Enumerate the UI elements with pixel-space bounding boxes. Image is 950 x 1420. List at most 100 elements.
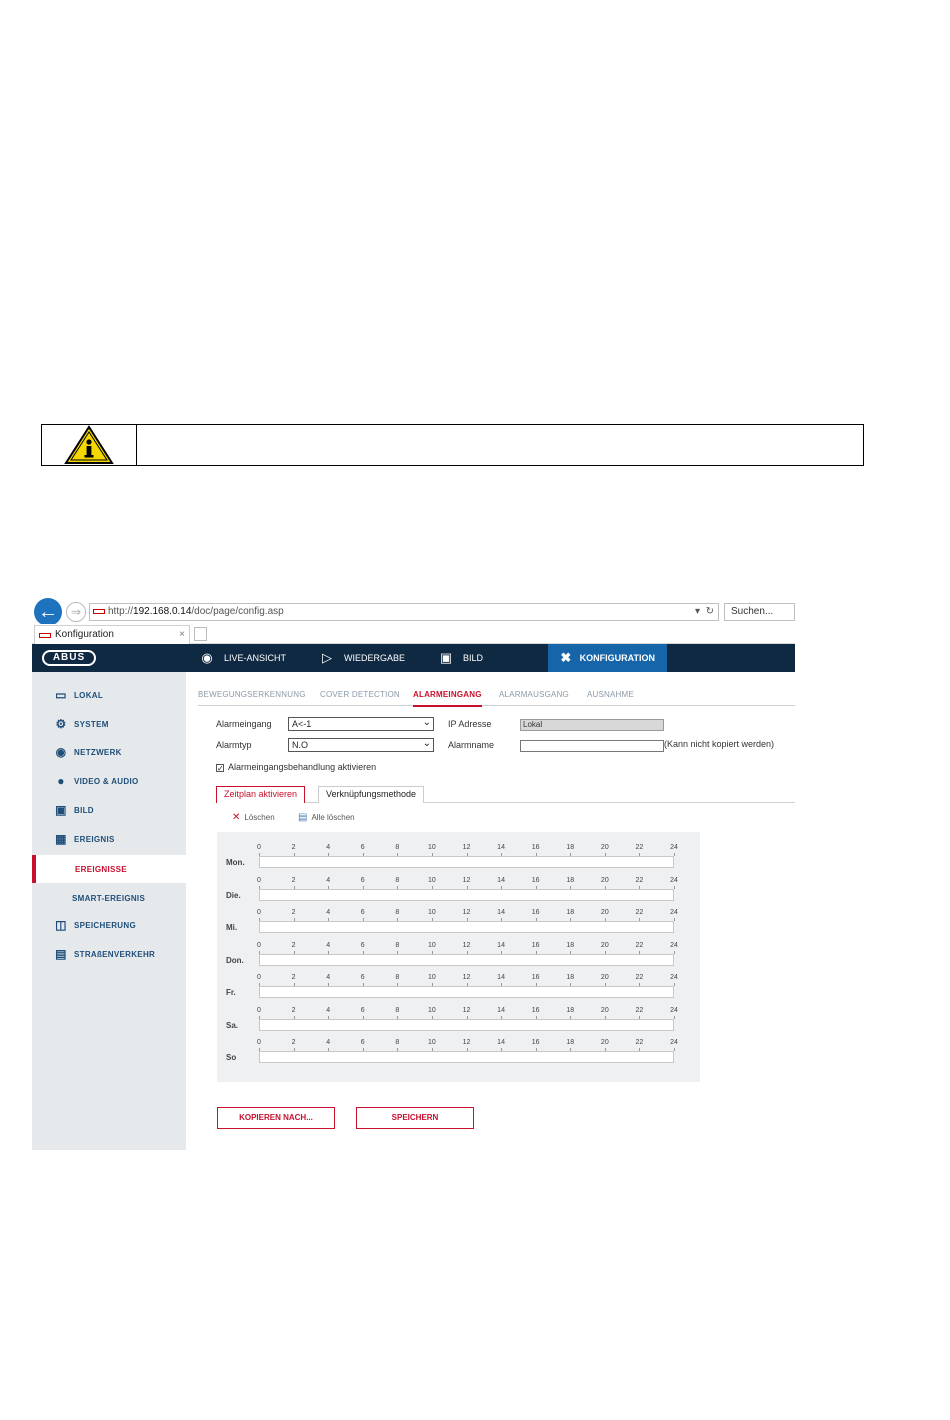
nav-label: LIVE-ANSICHT bbox=[224, 653, 287, 663]
tab-cover-detection[interactable]: COVER DETECTION bbox=[320, 690, 400, 699]
nav-playback[interactable]: ▷ WIEDERGABE bbox=[318, 644, 405, 672]
info-text-cell bbox=[137, 425, 863, 465]
hour-tick-label: 2 bbox=[291, 974, 296, 981]
monitor-icon: ▭ bbox=[55, 688, 67, 702]
schedule-timeline-bar[interactable] bbox=[259, 856, 674, 868]
sidebar-item-image[interactable]: ▣ BILD bbox=[32, 796, 186, 824]
alarm-type-value: N.O bbox=[292, 740, 309, 750]
alarm-input-label: Alarmeingang bbox=[216, 719, 272, 729]
hour-tick-label: 24 bbox=[670, 941, 678, 949]
weekly-schedule: Mon. 0 2 4 6 8 10 12 14 16 18 20 22 24 Die. 0 2 4 6 8 10 12 14… bbox=[217, 832, 700, 1082]
hour-tick-label: 16 bbox=[531, 1039, 540, 1046]
sidebar-item-video-audio[interactable]: ● VIDEO & AUDIO bbox=[32, 767, 186, 795]
hour-tick-label: 24 bbox=[670, 876, 678, 884]
tab-motion-detection[interactable]: BEWEGUNGSERKENNUNG bbox=[198, 690, 306, 699]
schedule-day-row: So 0 2 4 6 8 10 12 14 16 18 20 22 24 bbox=[217, 1039, 700, 1072]
hour-tick-mark bbox=[674, 983, 675, 986]
hour-tick-label: 8 bbox=[395, 974, 400, 981]
sidebar-item-local[interactable]: ▭ LOKAL bbox=[32, 681, 186, 709]
sidebar-item-system[interactable]: ⚙ SYSTEM bbox=[32, 710, 186, 738]
hour-tick-label: 18 bbox=[566, 974, 575, 981]
nav-configuration[interactable]: ✖ KONFIGURATION bbox=[548, 644, 667, 672]
tab-alarm-input[interactable]: ALARMEINGANG bbox=[413, 690, 482, 707]
schedule-day-row: Die. 0 2 4 6 8 10 12 14 16 18 20 22 24 bbox=[217, 877, 700, 910]
hour-tick-label: 0 bbox=[257, 1006, 261, 1014]
config-screenshot: ← ⇒ http://192.168.0.14/doc/page/config.… bbox=[32, 596, 795, 1150]
hour-tick-label: 22 bbox=[635, 876, 644, 884]
sidebar-item-smart-event[interactable]: SMART-EREIGNIS bbox=[32, 884, 186, 912]
day-label: Mi. bbox=[226, 923, 238, 932]
hour-tick-label: 12 bbox=[462, 974, 471, 981]
schedule-timeline-bar[interactable] bbox=[259, 1018, 674, 1031]
hour-tick-label: 4 bbox=[326, 1039, 331, 1046]
address-bar[interactable]: http://192.168.0.14/doc/page/config.asp … bbox=[89, 603, 719, 621]
enable-label: Alarmeingangsbehandlung aktivieren bbox=[228, 762, 377, 772]
hour-tick-label: 4 bbox=[326, 876, 331, 884]
close-icon[interactable]: × bbox=[179, 626, 185, 644]
browser-tab[interactable]: Konfiguration × bbox=[34, 625, 190, 644]
nav-label: WIEDERGABE bbox=[344, 653, 406, 663]
hour-tick-label: 22 bbox=[635, 1039, 644, 1046]
hour-tick-label: 18 bbox=[566, 1039, 575, 1046]
hour-tick-label: 18 bbox=[566, 909, 575, 916]
hour-tick-label: 18 bbox=[566, 1006, 575, 1014]
image-icon: ▣ bbox=[439, 650, 453, 665]
hour-tick-label: 24 bbox=[670, 844, 678, 851]
hour-tick-label: 12 bbox=[462, 1039, 471, 1046]
hour-tick-label: 20 bbox=[600, 1006, 609, 1014]
delete-all-tool[interactable]: ▤ Alle löschen bbox=[298, 812, 355, 823]
hour-tick-label: 24 bbox=[670, 909, 678, 916]
hour-tick-label: 16 bbox=[531, 941, 540, 949]
dropdown-icon[interactable]: ▾ bbox=[695, 606, 700, 617]
hour-tick-label: 12 bbox=[462, 941, 471, 949]
sidebar-item-event[interactable]: ▦ EREIGNIS bbox=[32, 825, 186, 853]
tab-linkage-method[interactable]: Verknüpfungsmethode bbox=[318, 786, 425, 803]
hour-tick-label: 16 bbox=[531, 1006, 540, 1014]
warning-info-icon bbox=[64, 425, 114, 464]
sidebar-item-label: NETZWERK bbox=[74, 747, 122, 757]
gear-icon: ⚙ bbox=[55, 717, 67, 731]
sidebar-item-storage[interactable]: ◫ SPEICHERUNG bbox=[32, 911, 186, 939]
alarm-input-select[interactable]: A<-1 ⌄ bbox=[288, 717, 434, 731]
refresh-icon[interactable]: ↻ bbox=[706, 606, 714, 617]
sidebar-item-traffic[interactable]: ▤ STRAßENVERKEHR bbox=[32, 940, 186, 968]
tab-alarm-output[interactable]: ALARMAUSGANG bbox=[499, 690, 569, 699]
hour-tick-label: 4 bbox=[326, 1006, 331, 1014]
back-arrow-icon[interactable]: ← bbox=[34, 598, 62, 626]
hour-tick-label: 2 bbox=[291, 1039, 296, 1046]
nav-image[interactable]: ▣ BILD bbox=[437, 644, 483, 672]
enable-checkbox[interactable]: ✓ bbox=[216, 764, 224, 773]
hour-tick-label: 6 bbox=[360, 1039, 365, 1046]
day-label: Fr. bbox=[226, 988, 236, 997]
alarm-name-input[interactable] bbox=[520, 740, 664, 752]
delete-tool[interactable]: ✕ Löschen bbox=[232, 812, 275, 823]
browser-search-input[interactable]: Suchen... bbox=[724, 603, 795, 621]
schedule-timeline-bar[interactable] bbox=[259, 1051, 674, 1063]
schedule-day-row: Don. 0 2 4 6 8 10 12 14 16 18 20 22 24 bbox=[217, 942, 700, 975]
hour-tick-label: 20 bbox=[600, 1039, 609, 1046]
sidebar-item-events[interactable]: EREIGNISSE bbox=[32, 855, 186, 883]
tab-exception[interactable]: AUSNAHME bbox=[587, 690, 634, 699]
hour-tick-label: 6 bbox=[360, 876, 365, 884]
hour-tick-label: 10 bbox=[428, 876, 436, 884]
new-tab-icon[interactable] bbox=[194, 627, 207, 641]
schedule-timeline-bar[interactable] bbox=[259, 921, 674, 933]
copy-to-button[interactable]: KOPIEREN NACH... bbox=[217, 1107, 335, 1129]
save-button[interactable]: SPEICHERN bbox=[356, 1107, 474, 1129]
schedule-day-row: Fr. 0 2 4 6 8 10 12 14 16 18 20 22 24 bbox=[217, 974, 700, 1007]
hour-tick-label: 4 bbox=[326, 909, 331, 916]
sidebar-item-network[interactable]: ◉ NETZWERK bbox=[32, 738, 186, 766]
schedule-timeline-bar[interactable] bbox=[259, 888, 674, 901]
mode-tab-bar: Zeitplan aktivieren Verknüpfungsmethode bbox=[216, 786, 795, 803]
tab-schedule[interactable]: Zeitplan aktivieren bbox=[216, 786, 306, 803]
hour-tick-label: 10 bbox=[428, 1039, 436, 1046]
schedule-timeline-bar[interactable] bbox=[259, 986, 674, 998]
nav-live-view[interactable]: ◉ LIVE-ANSICHT bbox=[198, 644, 286, 672]
alarm-type-select[interactable]: N.O ⌄ bbox=[288, 738, 434, 752]
schedule-day-row: Mon. 0 2 4 6 8 10 12 14 16 18 20 22 24 bbox=[217, 844, 700, 877]
nav-label: BILD bbox=[463, 653, 484, 663]
url-path: /doc/page/config.asp bbox=[191, 606, 284, 617]
forward-arrow-icon[interactable]: ⇒ bbox=[66, 602, 86, 622]
hour-tick-label: 14 bbox=[497, 941, 505, 949]
schedule-timeline-bar[interactable] bbox=[259, 953, 674, 966]
